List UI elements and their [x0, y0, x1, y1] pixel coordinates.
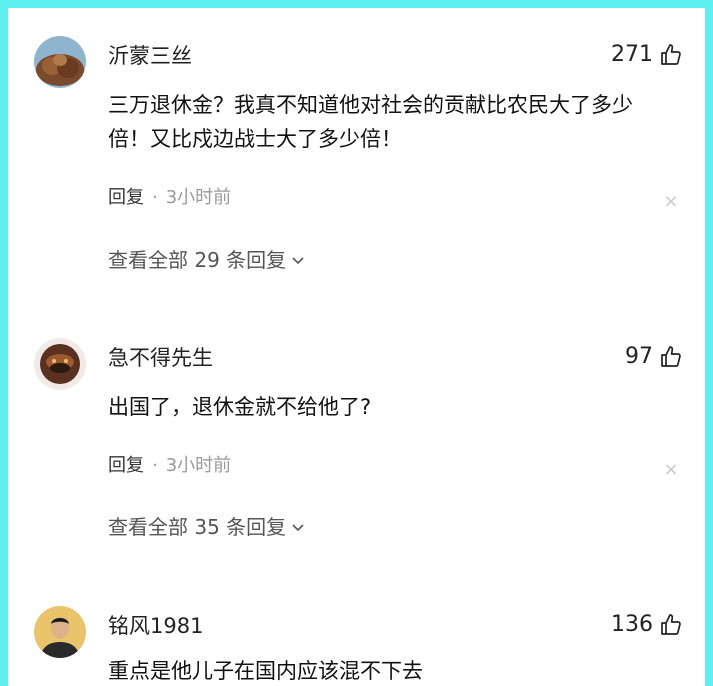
- avatar[interactable]: [34, 36, 86, 88]
- like-button[interactable]: 271: [611, 40, 683, 70]
- thumbs-up-icon: [661, 44, 681, 65]
- username[interactable]: 铭风1981: [108, 612, 203, 640]
- like-button[interactable]: 136: [611, 610, 683, 640]
- reply-button[interactable]: 回复: [108, 187, 144, 208]
- view-all-replies-label: 查看全部 29 条回复: [108, 248, 287, 272]
- reply-button[interactable]: 回复: [108, 455, 144, 476]
- like-button[interactable]: 97: [625, 342, 683, 372]
- comment-list-panel: 沂蒙三丝 271 三万退休金？我真不知道他对社会的贡献比农民大了多少倍！又比戍边…: [8, 8, 705, 686]
- avatar[interactable]: [34, 338, 86, 390]
- comment-text: 出国了，退休金就不给他了?: [108, 395, 372, 419]
- avatar[interactable]: [34, 606, 86, 658]
- view-all-replies-button[interactable]: 查看全部 29 条回复: [108, 246, 306, 274]
- chevron-down-icon: [292, 257, 304, 265]
- chevron-down-icon: [292, 524, 304, 532]
- thumbs-up-icon: [661, 614, 681, 635]
- like-count: 136: [611, 612, 653, 637]
- comment-text: 重点是他儿子在国内应该混不下去: [108, 659, 423, 683]
- close-icon[interactable]: ×: [663, 461, 679, 479]
- username[interactable]: 急不得先生: [108, 344, 213, 372]
- separator-dot: ·: [152, 187, 158, 208]
- thumbs-up-icon: [661, 346, 681, 367]
- timestamp: 3小时前: [165, 455, 232, 476]
- close-icon[interactable]: ×: [663, 193, 679, 211]
- like-count: 97: [625, 344, 653, 369]
- comment-text: 三万退休金？我真不知道他对社会的贡献比农民大了多少倍！又比戍边战士大了多少倍！: [108, 93, 633, 151]
- like-count: 271: [611, 42, 653, 67]
- view-all-replies-button[interactable]: 查看全部 35 条回复: [108, 513, 306, 541]
- comment-meta: 回复 · 3小时前: [108, 186, 231, 210]
- timestamp: 3小时前: [165, 187, 232, 208]
- separator-dot: ·: [152, 455, 158, 476]
- username[interactable]: 沂蒙三丝: [108, 42, 192, 70]
- view-all-replies-label: 查看全部 35 条回复: [108, 515, 287, 539]
- comment-meta: 回复 · 3小时前: [108, 454, 231, 478]
